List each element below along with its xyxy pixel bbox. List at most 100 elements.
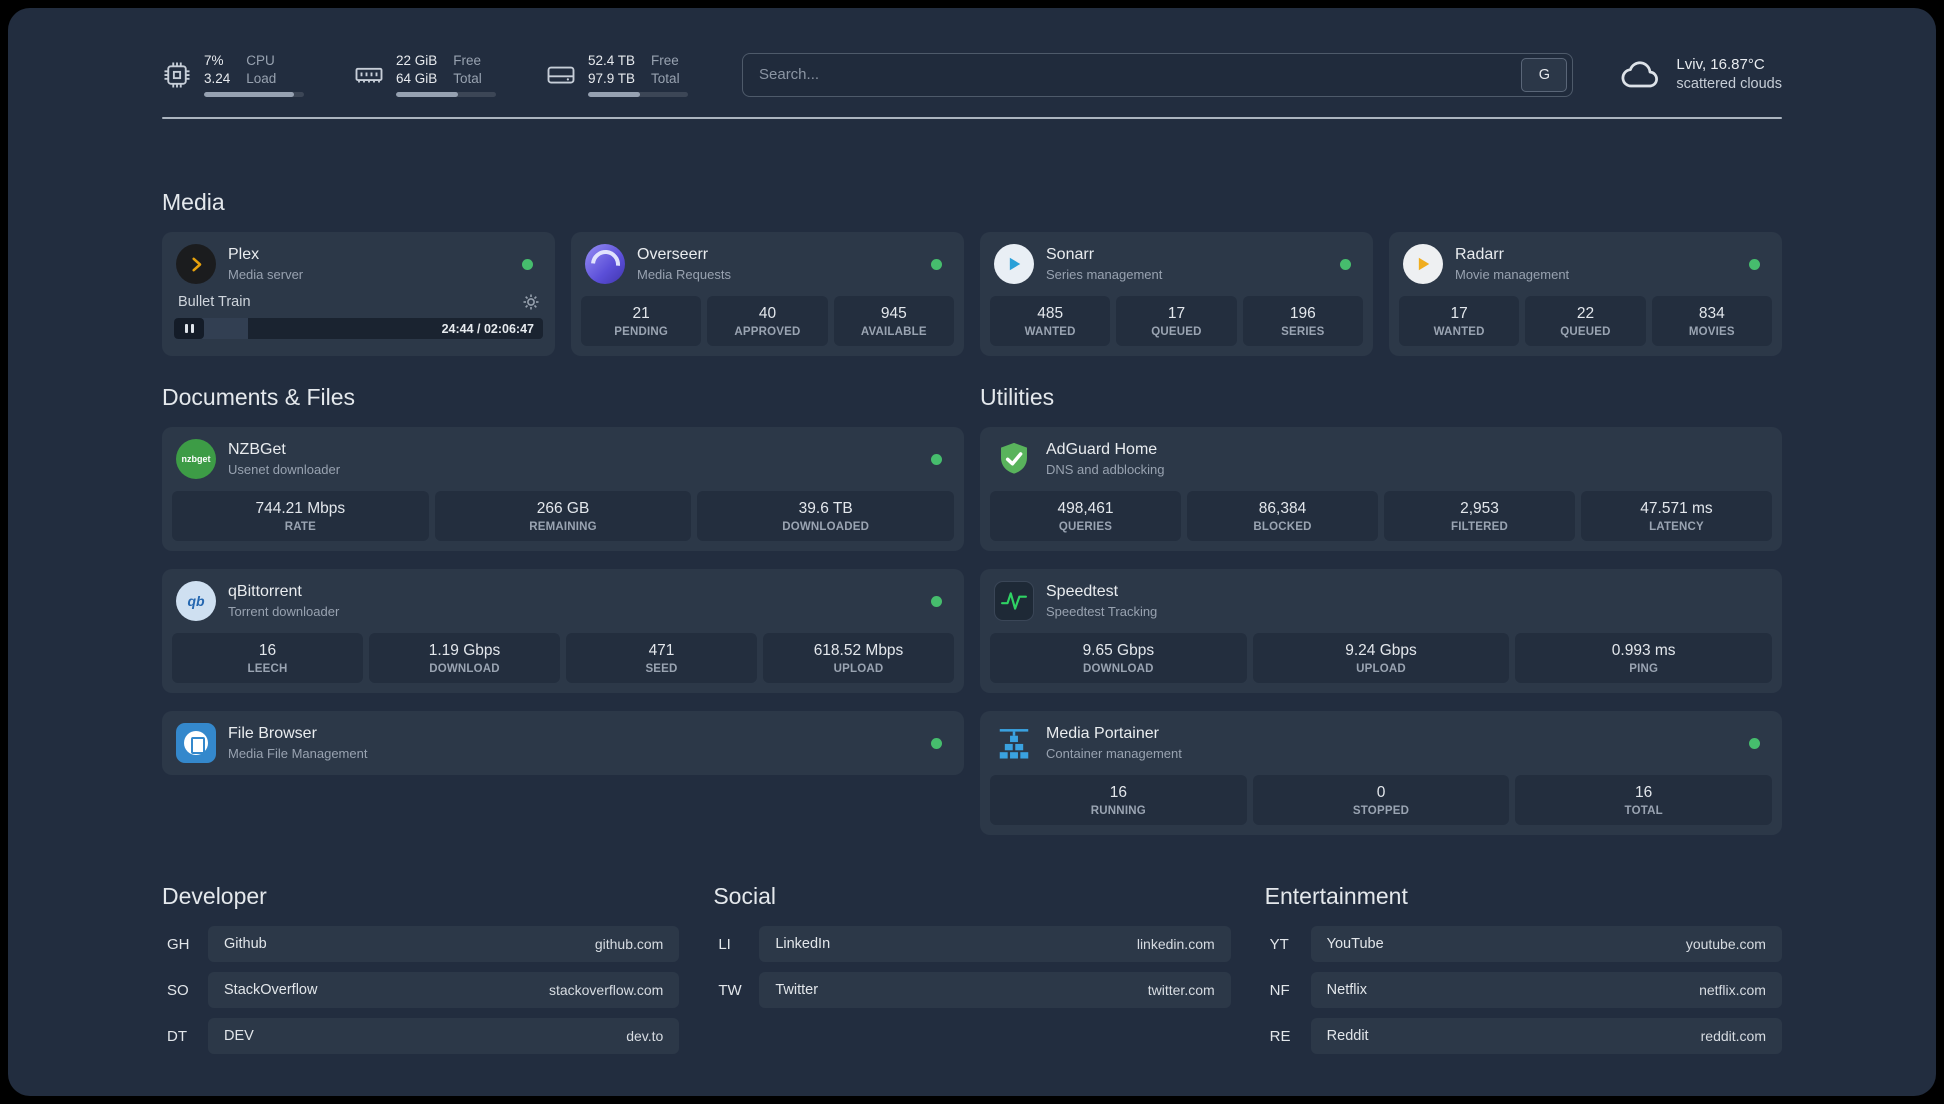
bookmark-github[interactable]: GH Github github.com — [162, 926, 680, 963]
bookmark-abbr: SO — [167, 981, 189, 999]
plex-icon — [176, 244, 216, 285]
service-desc: Media server — [228, 266, 304, 282]
pause-icon — [184, 324, 188, 334]
stat-filtered: 2,953 FILTERED — [1384, 491, 1575, 542]
stat-total: 16 TOTAL — [1515, 775, 1773, 826]
top-bar: 7% 3.24 CPU Load 22 GiB 64 GiB Free Tota… — [162, 52, 1782, 98]
playback-time: 24:44 / 02:06:47 — [441, 321, 534, 336]
gear-icon[interactable] — [523, 294, 539, 310]
status-dot — [931, 737, 942, 749]
stat-wanted: 485 WANTED — [990, 296, 1111, 347]
status-dot — [1749, 737, 1760, 749]
status-dot — [1340, 258, 1351, 270]
bookmark-name: StackOverflow — [224, 982, 318, 999]
search-bar[interactable]: G — [742, 52, 1574, 97]
bookmark-url: reddit.com — [1700, 1028, 1766, 1045]
bookmark-twitter[interactable]: TW Twitter twitter.com — [713, 972, 1231, 1009]
section-title-social: Social — [713, 883, 776, 910]
bookmark-url: netflix.com — [1699, 982, 1766, 999]
service-name: Speedtest — [1046, 582, 1119, 600]
now-playing-widget: Bullet Train 24:44 / 02:06:47 — [172, 292, 545, 340]
section-title-documents: Documents & Files — [162, 384, 356, 411]
search-input[interactable] — [743, 53, 1522, 96]
service-name: Plex — [228, 245, 260, 263]
service-desc: Media File Management — [228, 745, 368, 761]
stat-wanted: 17 WANTED — [1399, 296, 1520, 347]
memory-progress-fill — [396, 92, 458, 98]
cpu-label: CPU — [246, 53, 275, 68]
bookmark-abbr: YT — [1269, 935, 1289, 953]
developer-bookmarks: Developer GH Github github.com SO StackO… — [162, 883, 680, 1064]
dashboard: 7% 3.24 CPU Load 22 GiB 64 GiB Free Tota… — [8, 8, 1936, 1096]
stat-downloaded: 39.6 TB DOWNLOADED — [697, 491, 955, 542]
search-provider-button[interactable]: G — [1521, 57, 1568, 92]
service-card-portainer[interactable]: Media Portainer Container management 16 … — [980, 711, 1782, 836]
service-desc: Media Requests — [637, 266, 731, 282]
bookmark-url: github.com — [594, 936, 664, 953]
service-card-plex[interactable]: Plex Media server Bullet Train 24:44 / 0… — [162, 232, 555, 357]
filebrowser-icon — [176, 723, 216, 764]
service-card-filebrowser[interactable]: File Browser Media File Management — [162, 711, 964, 776]
cpu-widget: 7% 3.24 CPU Load — [162, 52, 304, 98]
media-section: Media Plex Media server Bullet Train 24:… — [162, 189, 1782, 357]
service-name: Overseerr — [637, 245, 709, 263]
bookmark-url: linkedin.com — [1136, 936, 1215, 953]
adguard-shield-icon — [994, 439, 1034, 479]
bookmark-name: Github — [224, 936, 267, 953]
dashboard-content: 7% 3.24 CPU Load 22 GiB 64 GiB Free Tota… — [162, 8, 1782, 1064]
bookmark-netflix[interactable]: NF Netflix netflix.com — [1265, 972, 1782, 1009]
service-card-speedtest[interactable]: Speedtest Speedtest Tracking 9.65 Gbps D… — [980, 569, 1782, 694]
disk-free-value: 52.4 TB — [588, 53, 636, 68]
disk-total-label: Total — [651, 70, 680, 86]
sonarr-icon — [994, 244, 1034, 285]
bookmark-youtube[interactable]: YT YouTube youtube.com — [1265, 926, 1782, 963]
service-card-nzbget[interactable]: nzbget NZBGet Usenet downloader 744.21 M… — [162, 427, 964, 552]
now-playing-title: Bullet Train — [178, 294, 251, 311]
bookmark-name: YouTube — [1326, 936, 1384, 953]
service-card-sonarr[interactable]: Sonarr Series management 485 WANTED 17 Q… — [980, 232, 1373, 357]
bookmark-dev[interactable]: DT DEV dev.to — [162, 1018, 680, 1055]
radarr-icon — [1403, 244, 1443, 285]
stat-pending: 21 PENDING — [581, 296, 702, 347]
memory-icon — [354, 60, 384, 90]
entertainment-bookmarks: Entertainment YT YouTube youtube.com NF … — [1265, 883, 1782, 1064]
portainer-crane-icon — [994, 723, 1034, 763]
service-name: Media Portainer — [1046, 724, 1159, 742]
service-card-qbittorrent[interactable]: qb qBittorrent Torrent downloader 16 LEE… — [162, 569, 964, 694]
status-dot — [931, 258, 942, 270]
stat-seed: 471 SEED — [566, 633, 757, 684]
stat-latency: 47.571 ms LATENCY — [1581, 491, 1772, 542]
disk-total-value: 97.9 TB — [588, 70, 636, 86]
service-card-adguard[interactable]: AdGuard Home DNS and adblocking 498,461 … — [980, 427, 1782, 552]
bookmark-linkedin[interactable]: LI LinkedIn linkedin.com — [713, 926, 1231, 963]
bookmark-url: twitter.com — [1147, 982, 1215, 999]
cpu-load-label: Load — [246, 70, 277, 86]
memory-widget: 22 GiB 64 GiB Free Total — [354, 52, 496, 98]
status-dot — [931, 453, 942, 465]
disk-widget: 52.4 TB 97.9 TB Free Total — [546, 52, 688, 98]
bookmark-url: stackoverflow.com — [548, 982, 664, 999]
service-card-radarr[interactable]: Radarr Movie management 17 WANTED 22 QUE… — [1389, 232, 1782, 357]
service-name: NZBGet — [228, 440, 286, 458]
status-dot — [1749, 258, 1760, 270]
service-desc: Movie management — [1455, 266, 1570, 282]
section-title-utilities: Utilities — [980, 384, 1055, 411]
weather-location: Lviv, 16.87°C — [1676, 55, 1765, 73]
bookmark-stackoverflow[interactable]: SO StackOverflow stackoverflow.com — [162, 972, 680, 1009]
service-card-overseerr[interactable]: Overseerr Media Requests 21 PENDING 40 A… — [571, 232, 964, 357]
bookmark-name: Netflix — [1326, 982, 1367, 999]
stat-queued: 22 QUEUED — [1525, 296, 1646, 347]
bookmark-abbr: NF — [1269, 981, 1290, 999]
cpu-chip-icon — [162, 60, 192, 90]
section-title-entertainment: Entertainment — [1264, 883, 1408, 910]
service-desc: Usenet downloader — [228, 461, 341, 477]
playback-progress-bar[interactable]: 24:44 / 02:06:47 — [174, 318, 543, 340]
stat-series: 196 SERIES — [1242, 296, 1363, 347]
bookmark-abbr: RE — [1269, 1027, 1291, 1045]
speedtest-waveform-icon — [994, 581, 1034, 622]
pause-button[interactable] — [174, 318, 204, 340]
service-desc: Container management — [1046, 745, 1182, 761]
bookmark-name: DEV — [224, 1028, 254, 1045]
disk-free-label: Free — [651, 53, 679, 68]
bookmark-reddit[interactable]: RE Reddit reddit.com — [1265, 1018, 1782, 1055]
